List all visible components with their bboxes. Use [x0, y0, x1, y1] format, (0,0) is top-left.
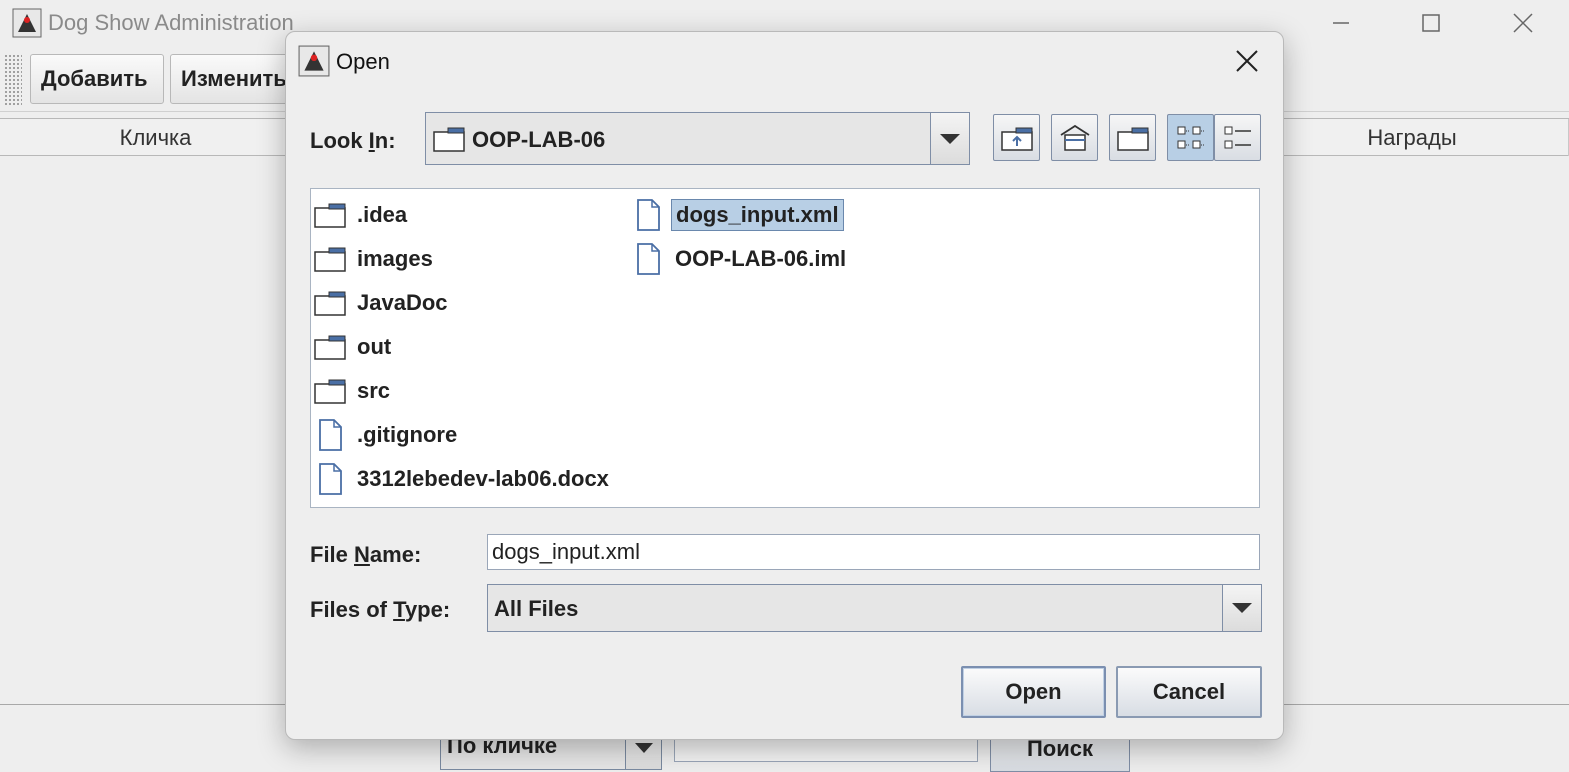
toolbar-grip[interactable] — [4, 54, 22, 106]
main-window-title: Dog Show Administration — [48, 10, 294, 35]
list-item[interactable]: 3312lebedev-lab06.docx — [313, 459, 613, 499]
open-button[interactable]: Open — [961, 666, 1106, 718]
list-item-selected[interactable]: dogs_input.xml — [631, 195, 844, 235]
new-folder-icon — [1116, 127, 1149, 151]
close-icon[interactable] — [1225, 44, 1269, 78]
up-one-level-icon — [1000, 127, 1033, 151]
file-name-label: File Name: — [310, 542, 422, 567]
home-icon — [1060, 124, 1089, 151]
list-view-button[interactable] — [1167, 114, 1214, 161]
file-name: .gitignore — [357, 422, 458, 447]
list-item[interactable]: images — [313, 239, 437, 279]
file-list[interactable]: .idea images JavaDoc out src .gitignore … — [310, 188, 1260, 508]
file-icon — [313, 462, 347, 496]
file-icon — [313, 418, 347, 452]
file-name: src — [357, 378, 391, 403]
folder-icon — [313, 198, 347, 232]
list-item[interactable]: JavaDoc — [313, 283, 452, 323]
folder-icon — [313, 374, 347, 408]
folder-icon — [433, 127, 465, 152]
chevron-down-icon[interactable] — [930, 113, 969, 164]
home-button[interactable] — [1051, 114, 1098, 161]
java-app-icon — [298, 45, 330, 77]
java-app-icon — [12, 8, 42, 38]
folder-icon — [313, 242, 347, 276]
file-name: 3312lebedev-lab06.docx — [357, 466, 609, 491]
up-one-level-button[interactable] — [993, 114, 1040, 161]
open-dialog: Open Look In: OOP-LAB-06 .idea images Ja… — [285, 31, 1284, 740]
details-view-button[interactable] — [1214, 114, 1261, 161]
maximize-icon[interactable] — [1408, 6, 1454, 40]
folder-icon — [313, 330, 347, 364]
list-view-icon — [1177, 126, 1205, 148]
details-view-icon — [1224, 126, 1251, 148]
look-in-select[interactable]: OOP-LAB-06 — [425, 112, 970, 165]
minimize-icon[interactable] — [1318, 6, 1364, 40]
file-name: images — [357, 246, 433, 271]
file-name: dogs_input.xml — [671, 199, 844, 231]
add-button[interactable]: Добавить — [30, 54, 164, 104]
files-of-type-value: All Files — [494, 596, 579, 621]
file-name-input[interactable]: dogs_input.xml — [487, 534, 1260, 570]
files-of-type-label: Files of Type: — [310, 597, 451, 622]
chevron-down-icon[interactable] — [1222, 585, 1261, 631]
cancel-button[interactable]: Cancel — [1116, 666, 1262, 718]
file-icon — [631, 242, 665, 276]
list-item[interactable]: out — [313, 327, 395, 367]
list-item[interactable]: .idea — [313, 195, 411, 235]
file-icon — [631, 198, 665, 232]
file-name: JavaDoc — [357, 290, 448, 315]
column-header-name[interactable]: Кличка — [0, 119, 312, 157]
folder-icon — [313, 286, 347, 320]
list-item[interactable]: .gitignore — [313, 415, 461, 455]
list-item[interactable]: src — [313, 371, 394, 411]
new-folder-button[interactable] — [1109, 114, 1156, 161]
close-icon[interactable] — [1500, 6, 1546, 40]
files-of-type-select[interactable]: All Files — [487, 584, 1262, 632]
file-name: out — [357, 334, 392, 359]
column-header-awards[interactable]: Награды — [1256, 119, 1569, 157]
look-in-label: Look In: — [310, 128, 396, 153]
list-item[interactable]: OOP-LAB-06.iml — [631, 239, 850, 279]
file-name: OOP-LAB-06.iml — [675, 246, 847, 271]
dialog-title: Open — [336, 49, 390, 74]
look-in-value: OOP-LAB-06 — [472, 127, 606, 152]
file-name: .idea — [357, 202, 408, 227]
edit-button[interactable]: Изменить — [170, 54, 300, 104]
dialog-titlebar: Open — [286, 32, 1283, 90]
